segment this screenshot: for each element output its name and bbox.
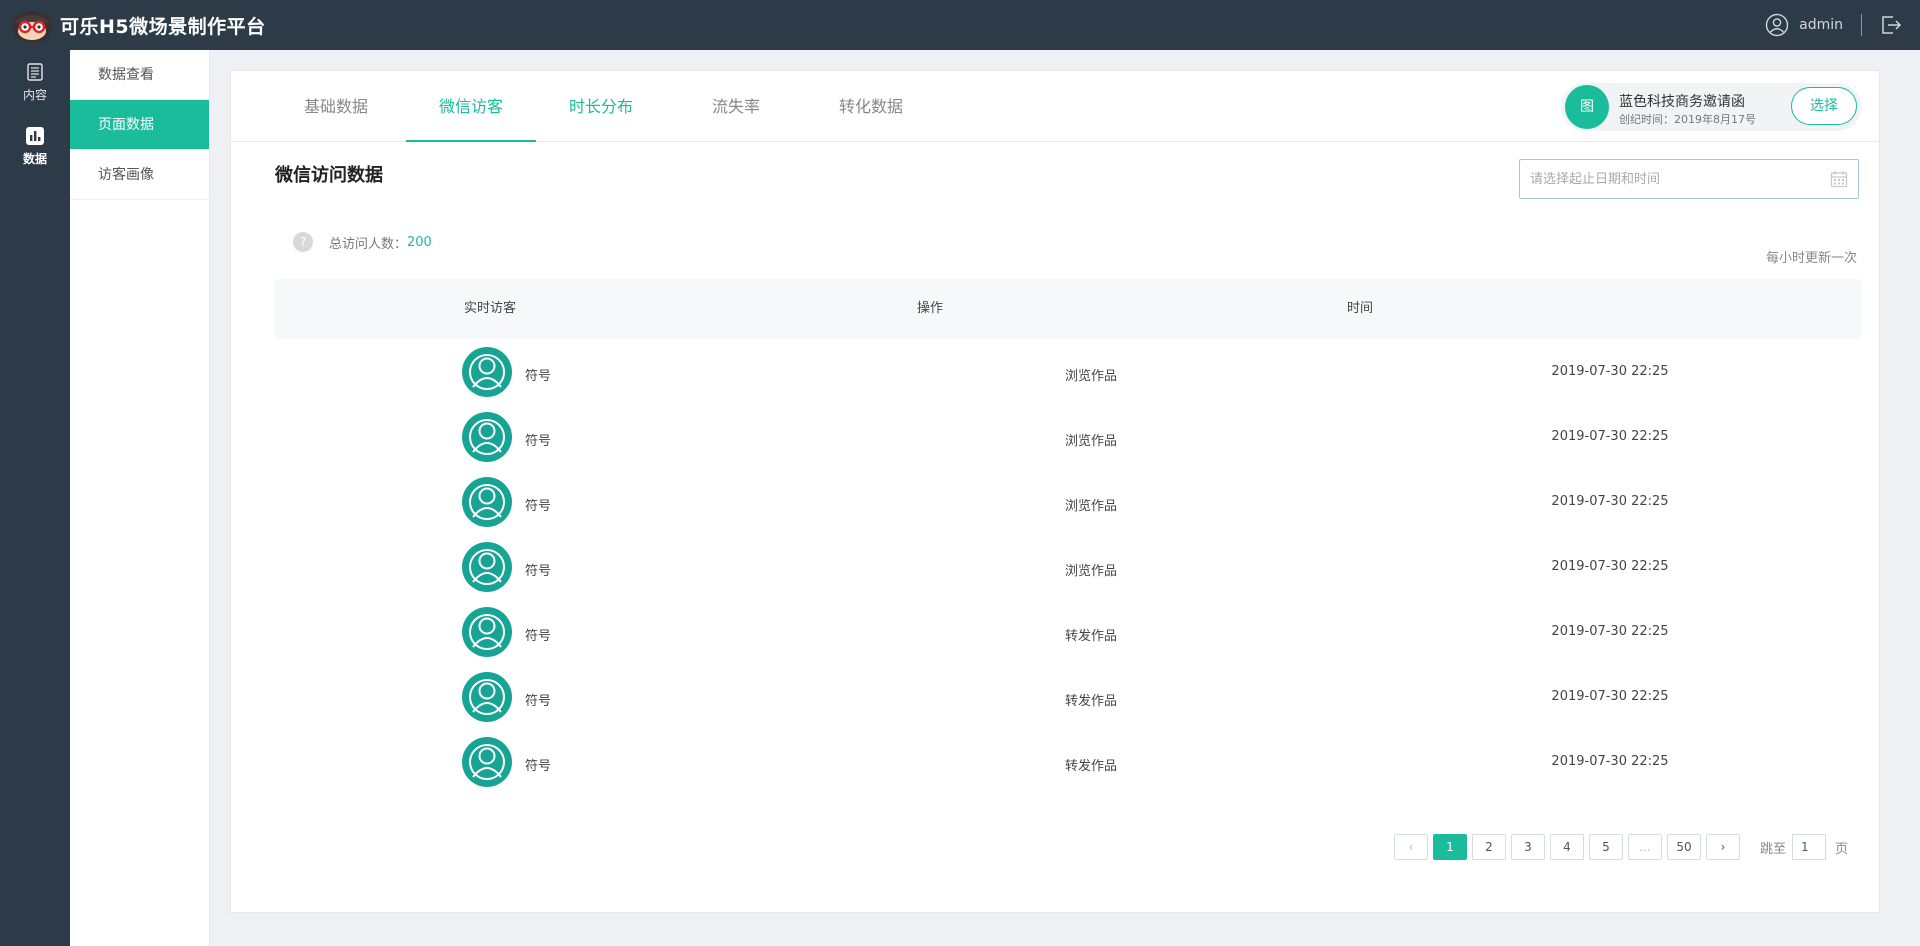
sub-nav: 数据查看 页面数据 访客画像	[70, 50, 210, 946]
calendar-icon[interactable]	[1830, 170, 1848, 188]
visitor-name: 符号	[525, 369, 552, 384]
page-50-button[interactable]: 50	[1667, 834, 1701, 860]
page-suffix-label: 页	[1835, 841, 1849, 857]
date-range-picker[interactable]	[1519, 159, 1859, 199]
page-4-button[interactable]: 4	[1550, 834, 1584, 860]
visitor-action: 转发作品	[1064, 694, 1117, 709]
total-visitors-value: 200	[407, 234, 432, 250]
table-row: 符号 浏览作品 2019-07-30 22:25	[275, 406, 1861, 471]
tab-wechat-visitors[interactable]: 微信访客	[406, 71, 536, 142]
header-user-area: admin	[1765, 0, 1902, 50]
page-1-button[interactable]: 1	[1433, 834, 1467, 860]
subnav-item-page-data[interactable]: 页面数据	[70, 100, 209, 150]
bar-chart-icon	[26, 126, 44, 145]
column-header-visitor: 实时访客	[463, 301, 516, 316]
visitor-avatar-icon[interactable]	[462, 672, 512, 722]
visitor-avatar-icon[interactable]	[462, 542, 512, 592]
help-icon[interactable]: ?	[293, 232, 313, 252]
nav-item-data[interactable]: 数据	[0, 114, 70, 178]
table-row: 符号 浏览作品 2019-07-30 22:25	[275, 471, 1861, 536]
table-row: 符号 转发作品 2019-07-30 22:25	[275, 731, 1861, 796]
pagination: ‹ 1 2 3 4 5 ... 50 › 跳至 页	[1394, 834, 1848, 860]
table-row: 符号 浏览作品 2019-07-30 22:25	[275, 536, 1861, 601]
visit-time: 2019-07-30 22:25	[1551, 559, 1669, 574]
subnav-item-data-view[interactable]: 数据查看	[70, 50, 209, 100]
page-3-button[interactable]: 3	[1511, 834, 1545, 860]
visitor-avatar-icon[interactable]	[462, 347, 512, 397]
top-bar: 可乐H5微场景制作平台 admin	[0, 0, 1920, 50]
visit-time: 2019-07-30 22:25	[1551, 624, 1669, 639]
visitor-avatar-icon[interactable]	[462, 412, 512, 462]
visitor-avatar-icon[interactable]	[462, 477, 512, 527]
visit-time: 2019-07-30 22:25	[1551, 494, 1669, 509]
date-range-input[interactable]	[1520, 160, 1810, 198]
user-name[interactable]: admin	[1799, 17, 1843, 33]
visitor-name: 符号	[525, 629, 552, 644]
left-nav: 内容 数据	[0, 50, 70, 946]
visitor-name: 符号	[525, 564, 552, 579]
prev-page-button[interactable]: ‹	[1394, 834, 1428, 860]
column-header-time: 时间	[1346, 301, 1373, 316]
jump-to-page-input[interactable]	[1792, 834, 1827, 860]
visitor-name: 符号	[525, 759, 552, 774]
nav-item-content[interactable]: 内容	[0, 50, 70, 114]
visit-time: 2019-07-30 22:25	[1551, 754, 1669, 769]
table-row: 符号 转发作品 2019-07-30 22:25	[275, 666, 1861, 731]
table-row: 符号 浏览作品 2019-07-30 22:25	[275, 341, 1861, 406]
app-title: 可乐H5微场景制作平台	[60, 15, 266, 38]
subnav-item-visitor-profile[interactable]: 访客画像	[70, 150, 209, 200]
visitor-name: 符号	[525, 694, 552, 709]
tab-basic-data[interactable]: 基础数据	[281, 71, 391, 142]
visitor-action: 转发作品	[1064, 759, 1117, 774]
total-visitors: ? 总访问人数： 200	[293, 232, 432, 252]
logout-icon[interactable]	[1880, 14, 1902, 36]
visitor-action: 浏览作品	[1064, 499, 1117, 514]
header-divider	[1861, 14, 1862, 36]
page-2-button[interactable]: 2	[1472, 834, 1506, 860]
page-5-button[interactable]: 5	[1589, 834, 1623, 860]
visitor-avatar-icon[interactable]	[462, 607, 512, 657]
nav-item-data-label: 数据	[22, 151, 47, 166]
visitor-action: 浏览作品	[1064, 564, 1117, 579]
document-icon	[27, 62, 43, 81]
tab-churn-rate[interactable]: 流失率	[671, 71, 801, 142]
total-visitors-label: 总访问人数：	[329, 236, 408, 252]
logo-icon	[10, 3, 54, 47]
select-button[interactable]: 选择	[1791, 87, 1857, 125]
section-title: 微信访问数据	[275, 165, 383, 186]
invitation-date: 创纪时间：2019年8月17号	[1619, 113, 1756, 126]
visitor-avatar-icon[interactable]	[462, 737, 512, 787]
tab-duration-distribution[interactable]: 时长分布	[536, 71, 666, 142]
visitor-name: 符号	[525, 434, 552, 449]
table-header: 实时访客 操作 时间	[275, 279, 1861, 339]
visit-time: 2019-07-30 22:25	[1551, 364, 1669, 379]
nav-item-content-label: 内容	[22, 87, 47, 102]
tab-conversion-data[interactable]: 转化数据	[806, 71, 936, 142]
visitor-action: 转发作品	[1064, 629, 1117, 644]
column-header-action: 操作	[916, 301, 943, 316]
invitation-selector: 图 蓝色科技商务邀请函 创纪时间：2019年8月17号 选择	[1561, 83, 1861, 131]
visit-time: 2019-07-30 22:25	[1551, 429, 1669, 444]
user-icon[interactable]	[1765, 13, 1789, 37]
tab-bar: 基础数据 微信访客 时长分布 流失率 转化数据 图 蓝色科技商务邀请函 创纪时间…	[231, 71, 1881, 142]
main-card: 基础数据 微信访客 时长分布 流失率 转化数据 图 蓝色科技商务邀请函 创纪时间…	[230, 70, 1881, 913]
invitation-thumbnail: 图	[1565, 85, 1609, 129]
jump-to-label: 跳至	[1760, 841, 1787, 857]
page-ellipsis: ...	[1628, 834, 1662, 860]
visitor-action: 浏览作品	[1064, 434, 1117, 449]
next-page-button[interactable]: ›	[1706, 834, 1740, 860]
invitation-title: 蓝色科技商务邀请函	[1619, 94, 1745, 110]
table-row: 符号 转发作品 2019-07-30 22:25	[275, 601, 1861, 666]
visitor-action: 浏览作品	[1064, 369, 1117, 384]
visitor-name: 符号	[525, 499, 552, 514]
update-frequency-note: 每小时更新一次	[1765, 251, 1857, 266]
visit-time: 2019-07-30 22:25	[1551, 689, 1669, 704]
